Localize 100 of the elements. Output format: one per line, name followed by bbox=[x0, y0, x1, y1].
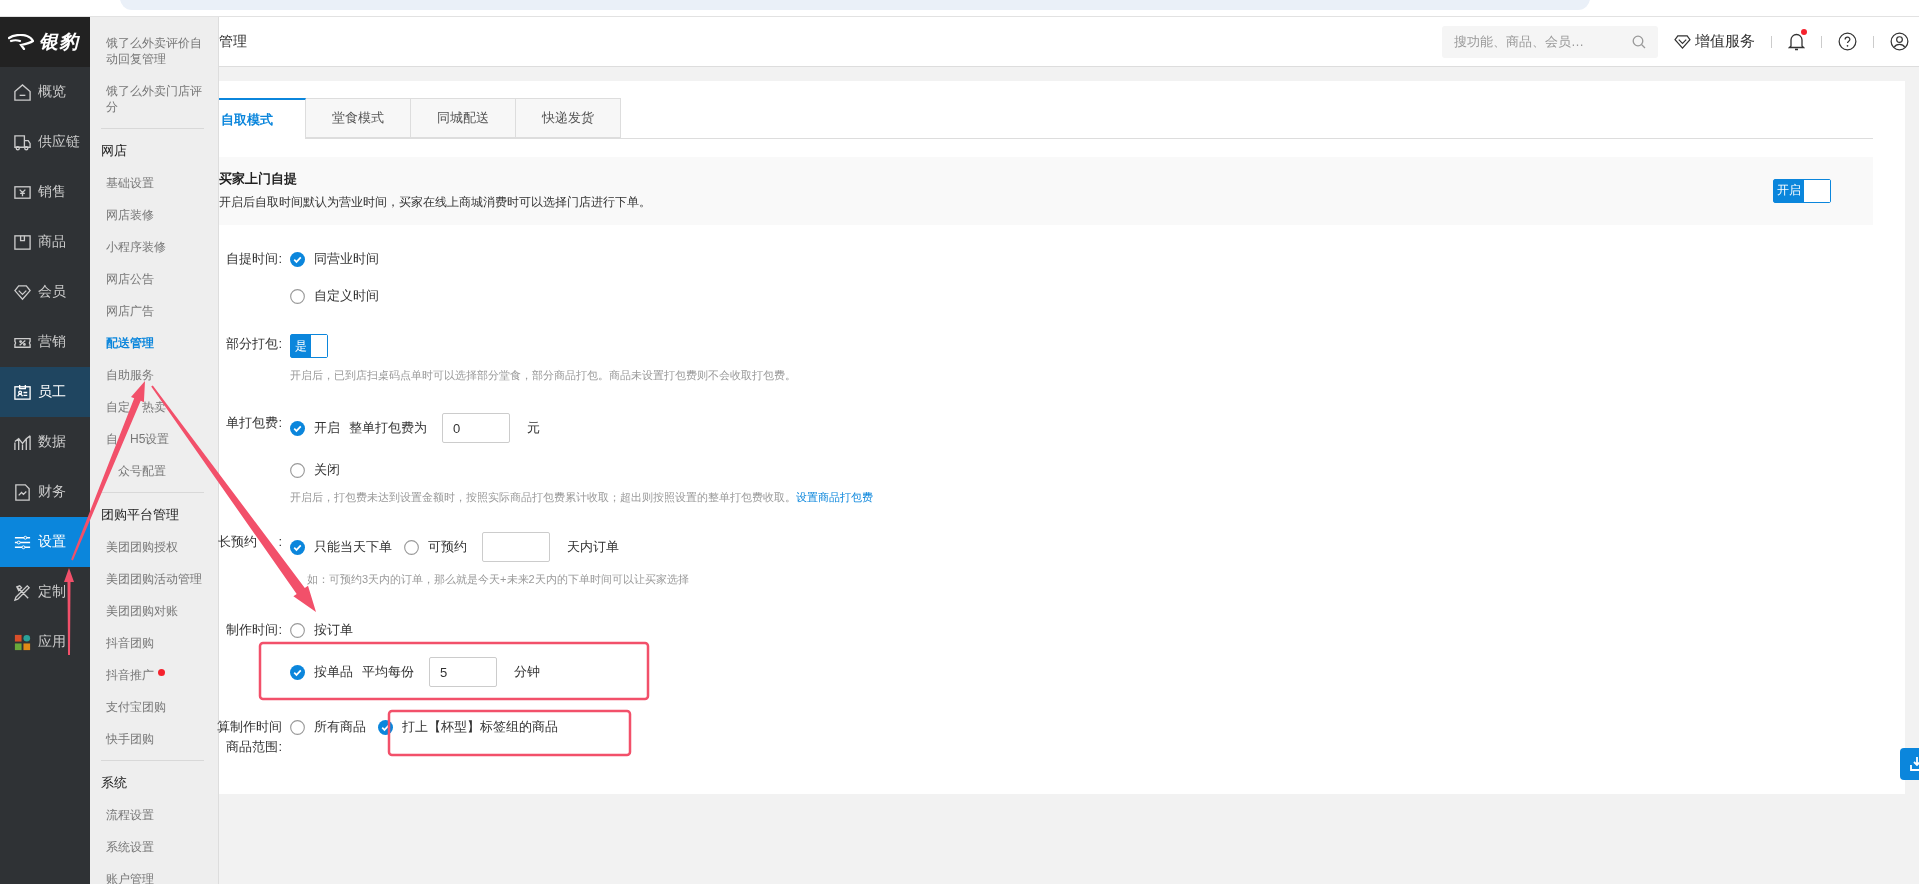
nav-item[interactable]: 应用 bbox=[0, 617, 90, 667]
nav-item[interactable]: 数据 bbox=[0, 417, 90, 467]
option-label[interactable]: 同营业时间 bbox=[314, 250, 379, 268]
submenu-item[interactable]: 系统设置 bbox=[106, 831, 154, 863]
submenu-item[interactable]: 自助服务 bbox=[106, 359, 154, 391]
nav-item[interactable]: 会员 bbox=[0, 267, 90, 317]
leopard-logo-icon bbox=[8, 34, 34, 50]
toggle-switch[interactable]: 开启 bbox=[1773, 178, 1831, 203]
user-icon[interactable] bbox=[1890, 32, 1909, 51]
option-label[interactable]: 可预约 bbox=[428, 538, 467, 556]
radio-icon[interactable] bbox=[404, 539, 419, 555]
submenu-item[interactable]: 网店装修 bbox=[106, 199, 154, 231]
nav-item[interactable]: 财务 bbox=[0, 467, 90, 517]
radio-icon[interactable] bbox=[290, 288, 305, 304]
submenu-item[interactable]: 自定 bbox=[106, 391, 130, 423]
option-label[interactable]: 关闭 bbox=[314, 461, 340, 479]
submenu-item[interactable]: 自 bbox=[106, 423, 118, 455]
nav-item[interactable]: 商品 bbox=[0, 217, 90, 267]
option-label[interactable]: 自定义时间 bbox=[314, 287, 379, 305]
menu-heading: 团购平台管理 bbox=[101, 506, 180, 524]
submenu-item[interactable]: 抖音团购 bbox=[106, 627, 154, 659]
unit-label: 天内订单 bbox=[567, 538, 619, 556]
box-icon bbox=[13, 232, 32, 252]
diamond-icon bbox=[13, 282, 32, 302]
nav-item[interactable]: 销售 bbox=[0, 167, 90, 217]
nav-item[interactable]: 员工 bbox=[0, 367, 90, 417]
nav-item[interactable]: 概览 bbox=[0, 67, 90, 117]
option-label[interactable]: 所有商品 bbox=[314, 718, 366, 736]
search-field[interactable]: 搜功能、商品、会员… bbox=[1442, 25, 1658, 58]
tools-icon bbox=[13, 582, 32, 602]
menu-heading: 网店 bbox=[101, 142, 128, 160]
hint-text: 如：可预约3天内的订单，那么就是今天+未来2天内的下单时间可以让买家选择 bbox=[307, 572, 690, 587]
toggle-switch[interactable]: 是 bbox=[290, 334, 328, 358]
checked-radio-icon[interactable] bbox=[290, 251, 305, 267]
option-label[interactable]: 按单品 bbox=[314, 663, 353, 681]
value-added-service-link[interactable]: 增值服务 bbox=[1674, 32, 1755, 51]
submenu-item-text: H5设置 bbox=[130, 431, 170, 448]
link[interactable]: 设置商品打包费 bbox=[796, 491, 873, 503]
input-field[interactable] bbox=[482, 532, 550, 562]
field-label: 制作时间: bbox=[226, 621, 282, 639]
submenu-item[interactable]: 饿了么外卖评价自动回复管理 bbox=[106, 27, 204, 75]
bell-icon[interactable] bbox=[1788, 32, 1805, 51]
submenu-item[interactable]: 饿了么外卖门店评分 bbox=[106, 75, 204, 123]
logo-text: 银豹 bbox=[39, 30, 79, 54]
unit-label: 分钟 bbox=[514, 663, 540, 681]
submenu-item[interactable]: 网店公告 bbox=[106, 263, 154, 295]
option-text: 平均每份 bbox=[362, 663, 414, 681]
input-field[interactable]: 0 bbox=[442, 413, 510, 443]
option-label[interactable]: 打上【杯型】标签组的商品 bbox=[402, 718, 558, 736]
radio-icon[interactable] bbox=[290, 462, 305, 478]
help-icon[interactable] bbox=[1838, 32, 1857, 51]
nav-item[interactable]: 供应链 bbox=[0, 117, 90, 167]
label-colon: : bbox=[278, 533, 282, 551]
switch-label: 是 bbox=[291, 335, 311, 357]
hint-text: 开启后，打包费未达到设置金额时，按照实际商品打包费累计收取；超出则按照设置的整单打包费收取。设置商品打包费 bbox=[290, 490, 874, 505]
field-label: 单打包费: bbox=[226, 414, 282, 432]
option-label[interactable]: 按订单 bbox=[314, 621, 353, 639]
tab[interactable]: 堂食模式 bbox=[306, 98, 411, 138]
switch-label: 开启 bbox=[1774, 179, 1804, 202]
option-label[interactable]: 开启 bbox=[314, 419, 340, 437]
checked-radio-icon[interactable] bbox=[290, 664, 305, 680]
option-label[interactable]: 只能当天下单 bbox=[314, 538, 392, 556]
page-title: 管理 bbox=[219, 32, 247, 51]
radio-icon[interactable] bbox=[290, 622, 305, 638]
checked-radio-icon[interactable] bbox=[290, 539, 305, 555]
field-label: 商品范围: bbox=[226, 738, 282, 756]
unit-label: 元 bbox=[527, 419, 540, 437]
submenu-item[interactable]: 小程序装修 bbox=[106, 231, 166, 263]
checked-radio-icon[interactable] bbox=[378, 719, 393, 735]
option-text: 整单打包费为 bbox=[349, 419, 427, 437]
diamond-icon bbox=[1674, 34, 1691, 49]
document-icon bbox=[13, 482, 32, 502]
tab[interactable]: 自取模式 bbox=[219, 98, 306, 139]
menu-heading: 系统 bbox=[101, 774, 128, 792]
nav-item[interactable]: 营销 bbox=[0, 317, 90, 367]
input-field[interactable]: 5 bbox=[429, 657, 497, 687]
search-icon[interactable] bbox=[1632, 34, 1646, 49]
submenu-item[interactable]: 众号配置 bbox=[118, 455, 166, 487]
field-label: 自提时间: bbox=[226, 250, 282, 268]
tab[interactable]: 快递发货 bbox=[516, 98, 621, 138]
truck-icon bbox=[13, 132, 32, 152]
apps-grid-icon bbox=[13, 632, 32, 652]
submenu-item[interactable]: 抖音推广 bbox=[106, 659, 154, 691]
hint-text: 开启后，已到店扫桌码点单时可以选择部分堂食，部分商品打包。商品未设置打包费则不会收取打包费。 bbox=[290, 368, 797, 383]
submenu-item[interactable]: 支付宝团购 bbox=[106, 691, 166, 723]
submenu-item[interactable]: 美团团购授权 bbox=[106, 531, 178, 563]
submenu-item[interactable]: 美团团购活动管理 bbox=[106, 563, 202, 595]
submenu-item[interactable]: 快手团购 bbox=[106, 723, 154, 755]
field-label: 长预约 bbox=[218, 533, 258, 551]
tab[interactable]: 同城配送 bbox=[411, 98, 516, 138]
submenu-item[interactable]: 流程设置 bbox=[106, 799, 154, 831]
submenu-item[interactable]: 网店广告 bbox=[106, 295, 154, 327]
submenu-item[interactable]: 美团团购对账 bbox=[106, 595, 178, 627]
submenu-item[interactable]: 基础设置 bbox=[106, 167, 154, 199]
submenu-item[interactable]: 账户管理 bbox=[106, 863, 154, 884]
nav-item[interactable]: 设置 bbox=[0, 517, 90, 567]
checked-radio-icon[interactable] bbox=[290, 420, 305, 436]
house-icon bbox=[13, 82, 32, 102]
radio-icon[interactable] bbox=[290, 719, 305, 735]
nav-item[interactable]: 定制 bbox=[0, 567, 90, 617]
